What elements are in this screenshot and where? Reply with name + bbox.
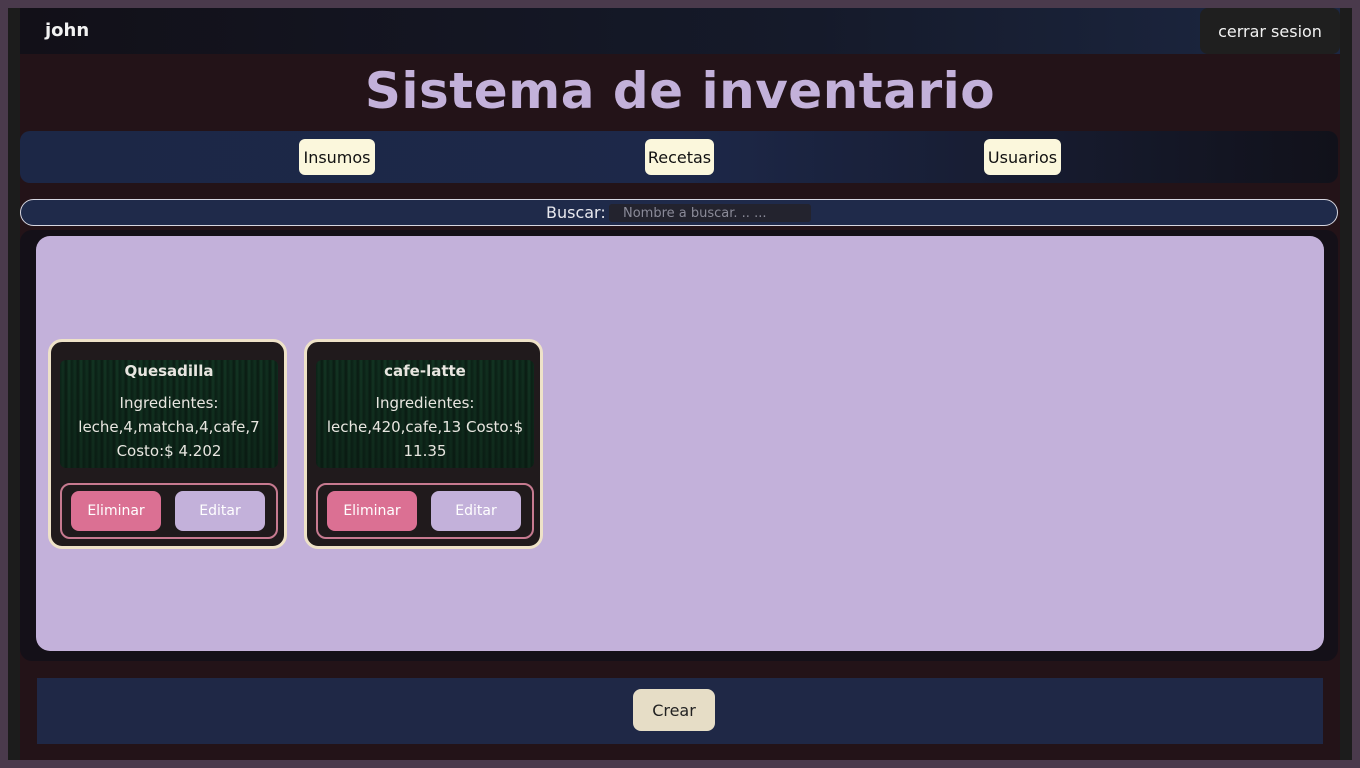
nav-insumos-button[interactable]: Insumos bbox=[299, 139, 375, 175]
recipe-card: Quesadilla Ingredientes: leche,4,matcha,… bbox=[48, 339, 287, 549]
username-label: john bbox=[45, 20, 90, 41]
delete-button[interactable]: Eliminar bbox=[71, 491, 161, 531]
search-label: Buscar: bbox=[546, 203, 606, 222]
page-title: Sistema de inventario bbox=[364, 62, 996, 120]
card-title: cafe-latte bbox=[384, 362, 466, 380]
nav-recetas-button[interactable]: Recetas bbox=[645, 139, 714, 175]
edit-button[interactable]: Editar bbox=[175, 491, 265, 531]
top-bar: john cerrar sesion bbox=[20, 8, 1340, 54]
card-description: Ingredientes: leche,420,cafe,13 Costo:$ … bbox=[326, 394, 524, 460]
edit-button[interactable]: Editar bbox=[431, 491, 521, 531]
card-info: cafe-latte Ingredientes: leche,420,cafe,… bbox=[316, 360, 534, 468]
search-bar: Buscar: bbox=[20, 199, 1338, 226]
content-area: Quesadilla Ingredientes: leche,4,matcha,… bbox=[20, 230, 1338, 661]
recipe-card: cafe-latte Ingredientes: leche,420,cafe,… bbox=[304, 339, 543, 549]
app-frame: john cerrar sesion Sistema de inventario… bbox=[8, 8, 1352, 760]
cards-container: Quesadilla Ingredientes: leche,4,matcha,… bbox=[36, 236, 1324, 651]
card-title: Quesadilla bbox=[124, 362, 214, 380]
card-description: Ingredientes: leche,4,matcha,4,cafe,7 Co… bbox=[78, 394, 260, 460]
card-actions: Eliminar Editar bbox=[60, 483, 278, 539]
card-info: Quesadilla Ingredientes: leche,4,matcha,… bbox=[60, 360, 278, 468]
nav-usuarios-button[interactable]: Usuarios bbox=[984, 139, 1061, 175]
nav-bar: Insumos Recetas Usuarios bbox=[20, 131, 1338, 183]
search-input[interactable] bbox=[609, 204, 811, 222]
card-actions: Eliminar Editar bbox=[316, 483, 534, 539]
delete-button[interactable]: Eliminar bbox=[327, 491, 417, 531]
create-button[interactable]: Crear bbox=[633, 689, 715, 731]
footer-bar: Crear bbox=[37, 678, 1323, 744]
logout-button[interactable]: cerrar sesion bbox=[1200, 8, 1340, 54]
